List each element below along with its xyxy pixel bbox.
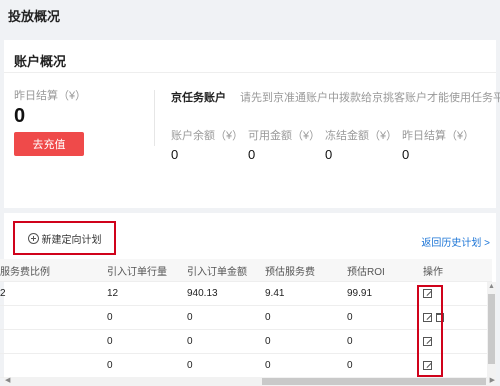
- recharge-button[interactable]: 去充值: [14, 132, 84, 156]
- table-header-row: 服务费比例 引入订单行量 引入订单金额 预估服务费 预估ROI 操作: [0, 259, 492, 282]
- cell-roi: 0: [347, 360, 353, 371]
- stat-available: 可用金额（¥） 0: [248, 127, 325, 162]
- account-overview-header: 账户概况: [4, 40, 496, 73]
- stat-value: 0: [402, 147, 410, 162]
- stat-value: 0: [171, 147, 179, 162]
- new-plan-label: 新建定向计划: [41, 234, 102, 246]
- stat-value: 0: [325, 147, 333, 162]
- plans-card: 新建定向计划 返回历史计划 > 服务费比例 引入订单行量 引入订单金额 预估服务…: [0, 213, 496, 386]
- yesterday-settlement-label: 昨日结算（¥）: [14, 90, 87, 102]
- cell-fee: 0: [265, 336, 271, 347]
- plus-circle-icon: [27, 232, 39, 244]
- scroll-left-icon[interactable]: ◀: [5, 376, 10, 384]
- cell-amount: 940.13: [187, 288, 218, 299]
- scroll-right-icon[interactable]: ▶: [490, 376, 495, 384]
- column-header: 服务费比例: [0, 266, 50, 278]
- cell-amount: 0: [187, 360, 193, 371]
- horizontal-scroll-thumb[interactable]: [262, 378, 486, 385]
- jd-task-account: 京任务账户 请先到京准通账户中拨款给京挑客账户才能使用任务平台 账户余额（¥） …: [171, 89, 500, 162]
- jd-task-account-tip: 请先到京准通账户中拨款给京挑客账户才能使用任务平台: [240, 92, 500, 104]
- cell-orders: 0: [107, 336, 113, 347]
- stat-label: 可用金额（¥）: [248, 130, 321, 142]
- column-header: 引入订单金额: [187, 266, 247, 278]
- cell-amount: 0: [187, 336, 193, 347]
- column-header: 引入订单行量: [107, 266, 167, 278]
- horizontal-scrollbar[interactable]: ◀ ▶: [4, 377, 496, 386]
- page-title: 投放概况: [8, 9, 61, 24]
- stat-label: 账户余额（¥）: [171, 130, 244, 142]
- history-plans-link[interactable]: 返回历史计划 >: [421, 234, 490, 249]
- cell-fee: 0: [265, 360, 271, 371]
- divider: [154, 90, 155, 146]
- new-plan-button[interactable]: 新建定向计划: [13, 221, 116, 255]
- stat-yesterday: 昨日结算（¥） 0: [402, 127, 479, 162]
- ops-highlight-box: [417, 285, 443, 377]
- cell-roi: 0: [347, 312, 353, 323]
- cell-fee: 9.41: [265, 288, 285, 299]
- yesterday-settlement-value: 0: [14, 105, 26, 127]
- stat-value: 0: [248, 147, 256, 162]
- stat-label: 昨日结算（¥）: [402, 130, 475, 142]
- vertical-scrollbar[interactable]: ▲: [487, 282, 496, 377]
- column-header: 预估服务费: [265, 266, 315, 278]
- cell-orders: 0: [107, 312, 113, 323]
- cell-orders: 12: [107, 288, 119, 299]
- cell-roi: 0: [347, 336, 353, 347]
- stat-balance: 账户余额（¥） 0: [171, 127, 248, 162]
- column-header: 操作: [423, 266, 443, 278]
- vertical-scroll-thumb[interactable]: [488, 294, 495, 364]
- cell-orders: 0: [107, 360, 113, 371]
- cell-amount: 0: [187, 312, 193, 323]
- cell-fee: 0: [265, 312, 271, 323]
- cell-roi: 99.91: [347, 288, 373, 299]
- stat-label: 冻结金额（¥）: [325, 130, 398, 142]
- stat-frozen: 冻结金额（¥） 0: [325, 127, 402, 162]
- jd-task-account-title: 京任务账户: [171, 92, 226, 104]
- scroll-up-icon[interactable]: ▲: [488, 283, 495, 290]
- account-overview-card: 账户概况 昨日结算（¥） 0 去充值 京任务账户 请先到京准通账户中拨款给京挑客…: [4, 40, 500, 208]
- yesterday-settlement: 昨日结算（¥） 0 去充值: [14, 87, 86, 156]
- column-header: 预估ROI: [347, 266, 385, 278]
- cell-rate: 2: [0, 288, 6, 299]
